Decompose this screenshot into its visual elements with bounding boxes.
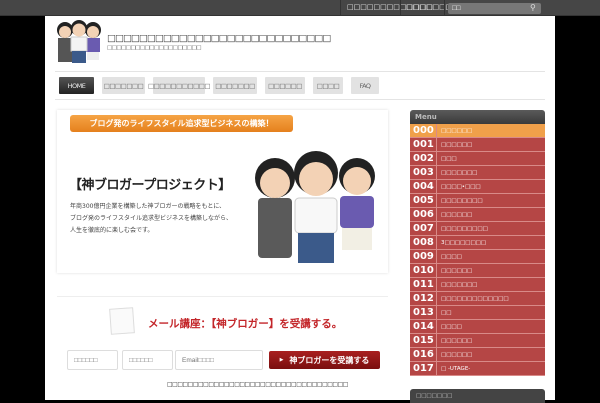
hero-banner[interactable]: ブログ発のライフスタイル追求型ビジネスの構築！ 【神ブロガープロジェクト】 年商… [57, 110, 388, 273]
nav-item-5[interactable]: □□□□ [313, 77, 343, 94]
divider [340, 0, 341, 16]
email-field[interactable] [175, 350, 263, 370]
menu-item-number: 011 [410, 278, 437, 291]
menu-item[interactable]: 010 □□□□□□ [410, 264, 545, 278]
menu-item[interactable]: 001 □□□□□□ [410, 138, 545, 152]
top-bar: □□□□□□□□□□□□□ □□□□□□□ ▾ ⚲ [0, 0, 600, 16]
site-subtitle: □□□□□□□□□□□□□□□□□□□□ [107, 45, 201, 51]
signup-title: メール講座：【神ブロガー】を受講する。 [148, 318, 343, 330]
divider [55, 99, 545, 100]
menu-item-number: 013 [410, 306, 437, 319]
last-name-field[interactable] [67, 350, 118, 370]
menu-item-label: 3□□□□□□□□ [441, 239, 487, 246]
main-nav: HOME □□□□□□□ □□□□□□□□□□□ □□□□□□□ □□□□□□ … [59, 77, 379, 94]
search-input[interactable] [448, 3, 541, 14]
menu-item-number: 012 [410, 292, 437, 305]
sidebar-menu: Menu 000 □□□□□□ 001 □□□□□□ 002 □□□ 003 □□□□□□□ 0… [410, 110, 545, 376]
hero-title: 【神ブロガープロジェクト】 [69, 178, 231, 193]
menu-item-label: □□□□□□ [441, 267, 473, 274]
menu-item-number: 015 [410, 334, 437, 347]
hero-description: 年商300億円企業を構築した神ブロガーの戦略をもとに、 ブログ発のライフスタイル… [70, 201, 232, 237]
nav-item-3[interactable]: □□□□□□□ [213, 77, 257, 94]
menu-item-number: 006 [410, 208, 437, 221]
menu-item-label: □□□□□□□□□ [441, 225, 488, 232]
menu-item-number: 009 [410, 250, 437, 263]
hero-desc-line: 人生を徹底的に楽しむ会です。 [70, 227, 154, 234]
menu-item[interactable]: 014 □□□□ [410, 320, 545, 334]
menu-item[interactable]: 008 3□□□□□□□□ [410, 236, 545, 250]
menu-item[interactable]: 003 □□□□□□□ [410, 166, 545, 180]
menu-item-number: 004 [410, 180, 437, 193]
menu-item-label: □□□□•□□□ [441, 183, 481, 190]
search-icon[interactable]: ⚲ [530, 3, 536, 12]
divider [57, 296, 388, 297]
characters-illustration [255, 151, 375, 263]
menu-item-label: □□□□□□ [441, 351, 473, 358]
menu-item-number: 003 [410, 166, 437, 179]
menu-title: Menu [410, 110, 545, 124]
menu-item-label: □□□□□□□ [441, 169, 478, 176]
menu-item[interactable]: 006 □□□□□□ [410, 208, 545, 222]
subscribe-button-label: 神ブロガーを受講する [289, 355, 370, 365]
menu-item-number: 017 [410, 362, 437, 375]
menu-item[interactable]: 016 □□□□□□ [410, 348, 545, 362]
menu-item[interactable]: 011 □□□□□□□ [410, 278, 545, 292]
nav-home[interactable]: HOME [59, 77, 94, 94]
menu-item[interactable]: 017 □ -UTAGE- [410, 362, 545, 376]
menu-item[interactable]: 015 □□□□□□ [410, 334, 545, 348]
menu-item-label: □□□ [441, 155, 457, 162]
hero-desc-line: 年商300億円企業を構築した神ブロガーの戦略をもとに、 [70, 203, 226, 210]
menu-item-number: 005 [410, 194, 437, 207]
menu-item-number: 002 [410, 152, 437, 165]
menu-item[interactable]: 012 □□□□□□□□□□□□□ [410, 292, 545, 306]
menu-item-label: □□□□□□ [441, 127, 473, 134]
menu-item-label: □□□□□□ [441, 337, 473, 344]
menu-item[interactable]: 005 □□□□□□□□ [410, 194, 545, 208]
menu-item-number: 008 [410, 236, 437, 249]
top-dropdown-label: □□□□□□□ [406, 3, 453, 11]
divider [444, 0, 445, 16]
hero-desc-line: ブログ発のライフスタイル追求型ビジネスを構築しながら、 [70, 215, 233, 222]
hero-tagline: ブログ発のライフスタイル追求型ビジネスの構築！ [70, 115, 293, 132]
first-name-field[interactable] [122, 350, 173, 370]
divider [55, 71, 545, 72]
menu-item[interactable]: 013 □□ [410, 306, 545, 320]
menu-item-label: □□□□□□ [441, 141, 473, 148]
notepad-icon [109, 307, 135, 335]
menu-item[interactable]: 000 □□□□□□ [410, 124, 545, 138]
menu-item-number: 000 [410, 124, 437, 137]
menu-item-label: □□ [441, 309, 452, 316]
menu-item[interactable]: 007 □□□□□□□□□ [410, 222, 545, 236]
nav-faq[interactable]: FAQ [351, 77, 379, 94]
sidebar-box-title: □□□□□□□ [410, 389, 545, 403]
nav-item-2[interactable]: □□□□□□□□□□□ [148, 77, 211, 94]
signup-footnote: □□□□□□□□□□□□□□□□□□□□□□□□□□□□□□□□□□□ [167, 381, 348, 388]
nav-item-4[interactable]: □□□□□□ [265, 77, 305, 94]
menu-item[interactable]: 002 □□□ [410, 152, 545, 166]
menu-item[interactable]: 009 □□□□ [410, 250, 545, 264]
logo-characters-image[interactable] [55, 18, 105, 64]
menu-item[interactable]: 004 □□□□•□□□ [410, 180, 545, 194]
menu-item-number: 010 [410, 264, 437, 277]
menu-item-number: 016 [410, 348, 437, 361]
nav-item-1[interactable]: □□□□□□□ [102, 77, 145, 94]
subscribe-button[interactable]: ▶ 神ブロガーを受講する [269, 351, 380, 369]
menu-item-label: □□□□□□□ [441, 281, 478, 288]
menu-item-label: □□□□ [441, 253, 462, 260]
menu-item-number: 001 [410, 138, 437, 151]
menu-item-label: □□□□□□□□ [441, 197, 483, 204]
play-icon: ▶ [279, 357, 284, 363]
menu-item-label: □ -UTAGE- [441, 365, 471, 372]
menu-item-label: □□□□ [441, 323, 462, 330]
menu-item-number: 014 [410, 320, 437, 333]
divider [400, 0, 401, 16]
site-title[interactable]: □□□□□□□□□□□□□□□□□□□□□□□□□□□□ [107, 33, 331, 44]
menu-item-label: □□□□□□ [441, 211, 473, 218]
menu-item-number: 007 [410, 222, 437, 235]
menu-item-label: □□□□□□□□□□□□□ [441, 295, 509, 302]
